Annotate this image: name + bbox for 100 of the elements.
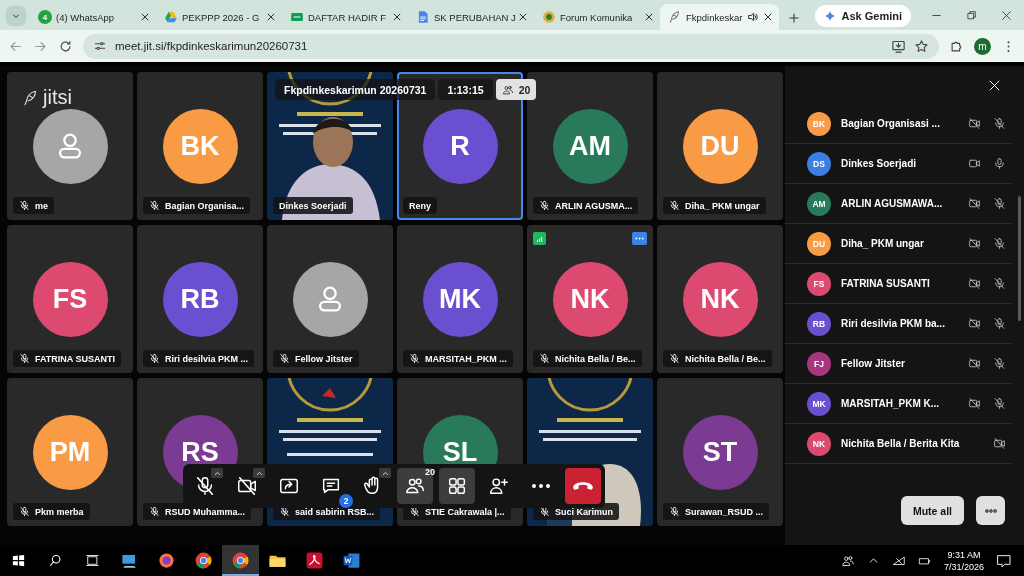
firefox-icon [157, 551, 176, 570]
video-tile[interactable]: ST Surawan_RSUD ... [657, 378, 783, 526]
taskbar-app[interactable] [222, 545, 259, 576]
participant-name: Suci Karimun [555, 506, 613, 517]
participant-name: Nichita Bella / Be... [555, 353, 636, 364]
avatar: FJ [807, 351, 831, 376]
connection-indicator[interactable] [533, 232, 546, 245]
participant-name: Reny [409, 200, 431, 211]
participant-row[interactable]: DU Diha_ PKM ungar [785, 224, 1012, 264]
browser-tab[interactable]: PEKPPP 2026 - G [156, 4, 282, 30]
avatar: NK [682, 261, 758, 337]
participant-row[interactable]: NK Nichita Bella / Berita Kita [785, 424, 1012, 464]
avatar: FS [32, 261, 108, 337]
tab-search-button[interactable] [6, 6, 26, 26]
video-tile[interactable]: Fellow Jitster [267, 225, 393, 373]
more-button[interactable] [976, 496, 1005, 525]
avatar: AM [807, 191, 831, 216]
browser-tab[interactable]: DAFTAR HADIR F [282, 4, 408, 30]
avatar: DS [807, 151, 831, 176]
video-tile[interactable]: RB Riri desilvia PKM ... [137, 225, 263, 373]
participant-name: said sabirin RSB... [295, 506, 375, 517]
windows-icon[interactable] [11, 553, 26, 568]
clock-time: 9:31 AM [947, 548, 981, 561]
participant-name: ARLIN AGUSMA... [555, 200, 633, 211]
video-tile[interactable]: MK MARSITAH_PKM ... [397, 225, 523, 373]
participant-row[interactable]: DS Dinkes Soerjadi [785, 144, 1012, 184]
profile-avatar[interactable]: m [974, 37, 991, 55]
gemini-button[interactable]: Ask Gemini [815, 5, 911, 27]
participant-name: Riri desilvia PKM ... [165, 353, 249, 364]
count-label: 20 [425, 466, 435, 479]
sheet-icon [290, 10, 304, 24]
notification-badge: 4 [38, 10, 52, 24]
scrollbar[interactable] [1018, 196, 1021, 321]
video-tile[interactable]: NK Nichita Bella / Be... [527, 225, 653, 373]
options-caret[interactable] [379, 468, 391, 478]
close-icon[interactable] [392, 12, 402, 22]
participant-row[interactable]: RB Riri desilvia PKM ba... [785, 304, 1012, 344]
count-badge: 2 [339, 494, 353, 508]
star-icon[interactable] [914, 38, 929, 54]
participant-name: Dinkes Soerjadi [279, 200, 347, 211]
install-icon[interactable] [891, 38, 906, 54]
participant-name: RSUD Muhamma... [165, 506, 245, 517]
avatar: FS [807, 271, 831, 296]
participant-name: Pkm merba [35, 506, 84, 517]
avatar: ST [682, 414, 758, 490]
chrome-icon [231, 551, 250, 570]
reload-icon[interactable] [58, 38, 73, 54]
search-icon[interactable] [48, 553, 63, 568]
browser-tab[interactable]: Forum Komunika [534, 4, 660, 30]
participants-button[interactable]: 20 [397, 468, 433, 504]
address-field[interactable]: meet.jit.si/fkpdinkeskarimun20260731 [83, 33, 939, 59]
participant-count[interactable]: 20 [495, 79, 537, 100]
avatar: DU [807, 231, 831, 256]
tile-view-button[interactable] [439, 468, 475, 504]
avatar: BK [162, 108, 238, 184]
feather-icon [668, 10, 682, 24]
participant-name: Nichita Bella / Be... [685, 353, 766, 364]
mute-all-button[interactable]: Mute all [900, 496, 964, 525]
app-logo: jitsi [43, 86, 72, 109]
sliders-icon[interactable] [93, 39, 107, 53]
close-icon[interactable] [762, 12, 773, 22]
participant-row[interactable]: FJ Fellow Jitster [785, 344, 1012, 384]
close-icon[interactable] [644, 12, 654, 22]
video-tile[interactable]: PM Pkm merba [7, 378, 133, 526]
notification-icon[interactable] [996, 552, 1012, 569]
browser-tab[interactable]: SK PERUBAHAN J [408, 4, 534, 30]
avatar: NK [552, 261, 628, 337]
participant-row[interactable]: FS FATRINA SUSANTI [785, 264, 1012, 304]
participant-row[interactable]: BK Bagian Organisasi ... [785, 104, 1012, 144]
new-tab-icon[interactable] [786, 11, 801, 25]
hang-up-button[interactable] [565, 468, 601, 504]
video-tile[interactable]: BK Bagian Organisa... [137, 72, 263, 220]
people-icon [840, 553, 855, 568]
participant-row[interactable]: AM ARLIN AGUSMAWA... [785, 184, 1012, 224]
close-icon[interactable] [266, 12, 276, 22]
people-icon [501, 83, 514, 96]
video-tile[interactable]: DU Diha_ PKM ungar [657, 72, 783, 220]
close-icon[interactable] [140, 12, 150, 22]
close-icon[interactable] [1000, 8, 1013, 22]
options-caret[interactable] [211, 468, 223, 478]
task-view-icon[interactable] [85, 553, 100, 568]
meeting-timer: 1:13:15 [438, 79, 493, 100]
participant-name: Bagian Organisa... [165, 200, 245, 211]
restore-icon[interactable] [965, 8, 978, 22]
avatar: NK [807, 431, 831, 456]
participant-name: MARSITAH_PKM ... [425, 353, 507, 364]
video-tile[interactable]: NK Nichita Bella / Be... [657, 225, 783, 373]
avatar: PM [32, 414, 108, 490]
browser-tab[interactable]: Fkpdinkeskar [660, 4, 779, 30]
participant-row[interactable]: MK MARSITAH_PKM K... [785, 384, 1012, 424]
browser-tab[interactable]: 4 (4) WhatsApp [30, 4, 156, 30]
triangle-icon [164, 10, 178, 24]
participant-name: FATRINA SUSANTI [35, 353, 115, 364]
clock-date: 7/31/2026 [943, 560, 984, 573]
video-tile[interactable]: FS FATRINA SUSANTI [7, 225, 133, 373]
tile-menu-button[interactable] [632, 232, 647, 245]
avatar: RB [807, 311, 831, 336]
close-icon[interactable] [518, 12, 528, 22]
word-icon [342, 551, 361, 570]
options-caret[interactable] [253, 468, 265, 478]
